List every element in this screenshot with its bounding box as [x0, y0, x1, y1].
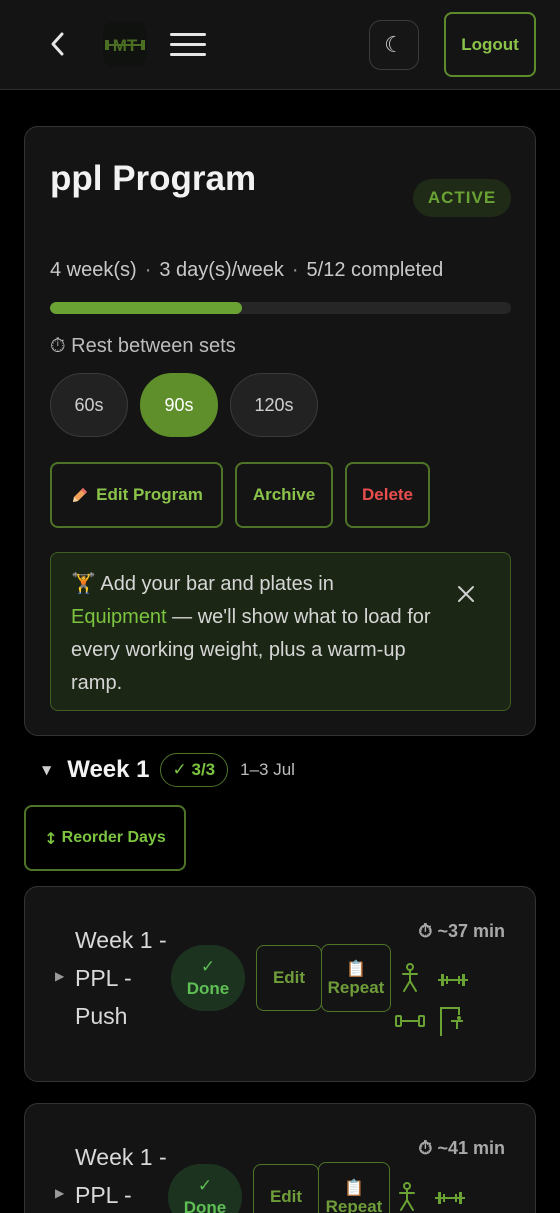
theme-toggle-button[interactable]: ☾: [369, 20, 419, 70]
rest-option-90[interactable]: 90s: [140, 373, 218, 437]
close-icon: [458, 586, 474, 602]
dumbbell-icon: [395, 1015, 425, 1027]
reorder-label: Reorder Days: [61, 829, 166, 846]
week-completion-badge: ✓ 3/3: [159, 753, 229, 787]
repeat-day-button[interactable]: 📋 Repeat: [321, 944, 391, 1012]
pencil-icon: [73, 488, 88, 502]
check-icon: ✓: [200, 957, 216, 976]
check-icon: ✓: [197, 1176, 213, 1195]
svg-text:MT: MT: [113, 36, 138, 55]
caret-right-icon[interactable]: ▶: [55, 969, 64, 983]
done-label: Done: [183, 1198, 227, 1213]
rest-label: ⏱ Rest between sets: [50, 333, 236, 358]
program-card: ppl Program ACTIVE 4 week(s) · 3 day(s)/we…: [24, 126, 536, 736]
stopwatch-icon: ⏱: [50, 333, 66, 357]
hamburger-icon: [170, 33, 206, 56]
cable-machine-icon: [440, 1007, 463, 1036]
stopwatch-icon: ⏱: [418, 1138, 433, 1159]
duration: ⏱ ~37 min: [418, 921, 505, 942]
tip-text: 🏋 Add your bar and plates in Equipment —…: [71, 567, 431, 700]
app-logo[interactable]: MT: [103, 22, 147, 66]
barbell-icon: [438, 974, 468, 986]
moon-icon: ☾: [384, 32, 404, 58]
day-card[interactable]: ▶ Week 1 - PPL - ✓ Done Edit 📋 Repeat ⏱ …: [24, 1103, 536, 1213]
delete-button[interactable]: Delete: [345, 462, 430, 528]
caret-right-icon[interactable]: ▶: [55, 1186, 64, 1200]
done-badge[interactable]: ✓ Done: [168, 1164, 242, 1213]
bodyweight-icon: [399, 1182, 415, 1211]
caret-down-icon: ▼: [42, 763, 52, 777]
archive-button[interactable]: Archive: [235, 462, 333, 528]
day-card[interactable]: ▶ Week 1 - PPL - Push ✓ Done Edit 📋 Repe…: [24, 886, 536, 1082]
repeat-day-button[interactable]: 📋 Repeat: [318, 1162, 390, 1213]
done-badge[interactable]: ✓ Done: [171, 945, 245, 1011]
equipment-tip: 🏋 Add your bar and plates in Equipment —…: [50, 552, 511, 711]
duration-text: ~37 min: [437, 921, 505, 941]
rest-option-120[interactable]: 120s: [230, 373, 318, 437]
reorder-icon: ↕: [44, 828, 58, 848]
clipboard-icon: 📋: [344, 1177, 364, 1197]
logo-icon: MT: [105, 36, 145, 55]
progress-bar: [50, 302, 511, 314]
program-meta: 4 week(s) · 3 day(s)/week · 5/12 completed: [50, 259, 443, 282]
completed-count: 5/12 completed: [306, 259, 444, 281]
chevron-left-icon: [51, 32, 64, 56]
edit-program-label: Edit Program: [96, 485, 203, 504]
week-dates: 1–3 Jul: [240, 760, 295, 779]
clipboard-icon: 📋: [346, 958, 366, 978]
separator-dot: ·: [144, 259, 152, 281]
close-tip-button[interactable]: [455, 583, 477, 605]
weightlifter-icon: 🏋: [71, 571, 96, 595]
day-name: Week 1 - PPL -: [75, 1144, 167, 1208]
duration-text: ~41 min: [437, 1138, 505, 1158]
tip-text-before: Add your bar and plates in: [100, 573, 334, 595]
edit-day-button[interactable]: Edit: [256, 945, 322, 1011]
top-bar: MT ☾ Logout: [0, 0, 560, 90]
progress-fill: [50, 302, 243, 314]
logout-button[interactable]: Logout: [444, 12, 536, 77]
equipment-link[interactable]: Equipment: [71, 606, 167, 628]
program-actions: Edit Program Archive Delete: [50, 462, 430, 528]
reorder-days-button[interactable]: ↕ Reorder Days: [24, 805, 186, 871]
week-header[interactable]: ▼ Week 1 ✓ 3/3 1–3 Jul: [42, 752, 295, 788]
edit-program-button[interactable]: Edit Program: [50, 462, 223, 528]
week-title: Week 1: [67, 756, 150, 783]
stopwatch-icon: ⏱: [418, 921, 433, 942]
repeat-label: Repeat: [325, 1196, 383, 1213]
duration: ⏱ ~41 min: [418, 1138, 505, 1159]
weeks-count: 4 week(s): [50, 259, 137, 281]
back-button[interactable]: [44, 28, 70, 60]
status-badge: ACTIVE: [413, 179, 511, 217]
bodyweight-icon: [402, 963, 418, 992]
barbell-icon: [435, 1192, 465, 1204]
program-title: ppl Program: [50, 159, 257, 198]
done-label: Done: [186, 979, 230, 998]
repeat-label: Repeat: [327, 977, 385, 997]
day-name: Week 1 - PPL - Push: [75, 927, 167, 1029]
rest-options: 60s 90s 120s: [50, 373, 318, 437]
rest-label-text: Rest between sets: [71, 335, 236, 357]
rest-option-60[interactable]: 60s: [50, 373, 128, 437]
edit-day-button[interactable]: Edit: [253, 1164, 319, 1213]
separator-dot: ·: [291, 259, 299, 281]
days-per-week: 3 day(s)/week: [159, 259, 284, 281]
menu-button[interactable]: [168, 30, 208, 60]
